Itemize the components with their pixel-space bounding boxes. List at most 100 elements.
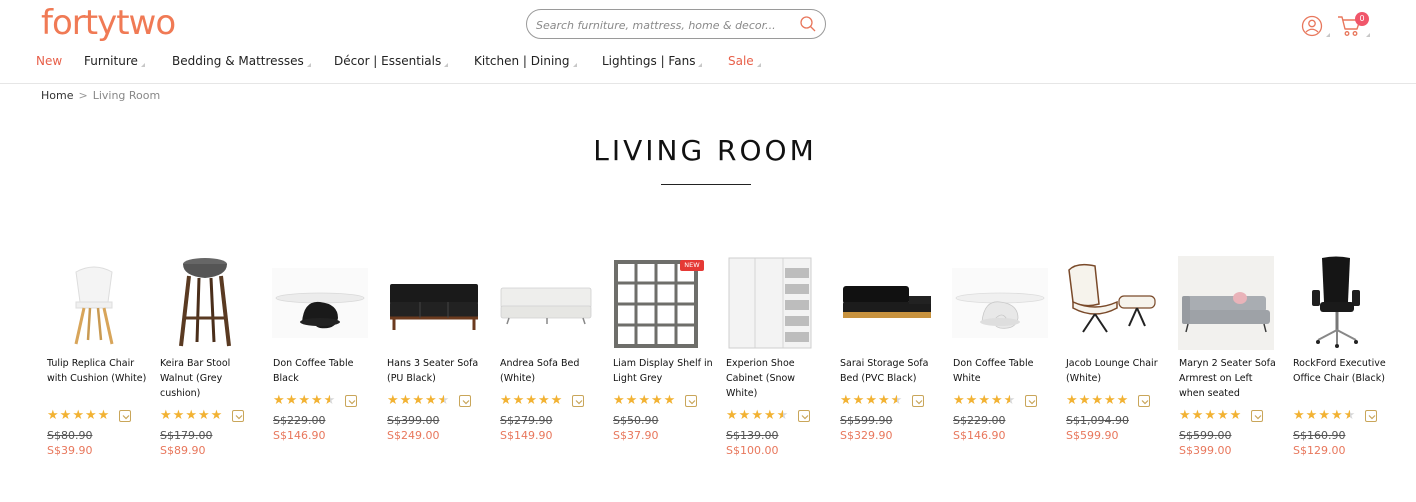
star-icon: ★ bbox=[663, 393, 676, 408]
account-icon[interactable] bbox=[1301, 15, 1323, 37]
wishlist-dropdown-icon[interactable] bbox=[1025, 395, 1037, 407]
product-name[interactable]: Experion Shoe Cabinet (Snow White) bbox=[726, 356, 826, 401]
star-icon: ★ bbox=[525, 393, 537, 408]
wishlist-dropdown-icon[interactable] bbox=[912, 395, 924, 407]
nav-label: New bbox=[36, 54, 63, 68]
header-divider bbox=[0, 83, 1416, 84]
new-badge: NEW bbox=[680, 260, 704, 271]
product-image[interactable] bbox=[46, 256, 142, 350]
product-card[interactable]: RockFord Executive Office Chair (Black) … bbox=[1292, 256, 1396, 466]
rating-stars: ★ ★ ★ ★ ★ bbox=[160, 408, 240, 423]
product-card[interactable]: NEW Liam Display Shelf in Light Grey ★ ★ ★… bbox=[612, 256, 716, 466]
star-icon: ★ bbox=[387, 393, 399, 408]
product-name[interactable]: Don Coffee Table White bbox=[953, 356, 1053, 386]
product-card[interactable]: Jacob Lounge Chair (White) ★ ★ ★ ★ ★ S$1,094… bbox=[1065, 256, 1169, 466]
wishlist-dropdown-icon[interactable] bbox=[345, 395, 357, 407]
star-icon: ★ bbox=[1330, 408, 1343, 423]
cart-dropdown-icon bbox=[1366, 33, 1370, 37]
wishlist-dropdown-icon[interactable] bbox=[685, 395, 697, 407]
product-image[interactable] bbox=[1292, 256, 1388, 350]
star-icon: ★ bbox=[298, 393, 310, 408]
wishlist-dropdown-icon[interactable] bbox=[572, 395, 584, 407]
original-price: S$279.90 bbox=[500, 414, 553, 427]
product-name[interactable]: Maryn 2 Seater Sofa Armrest on Left when… bbox=[1179, 356, 1279, 401]
nav-label: Furniture bbox=[84, 54, 138, 68]
product-image[interactable] bbox=[159, 256, 255, 350]
star-icon: ★ bbox=[197, 408, 210, 423]
nav-item-sale[interactable]: Sale bbox=[728, 54, 761, 68]
wishlist-dropdown-icon[interactable] bbox=[232, 410, 244, 422]
product-card[interactable]: Tulip Replica Chair with Cushion (White)… bbox=[46, 256, 150, 466]
breadcrumb: Home > Living Room bbox=[41, 89, 160, 102]
product-image[interactable] bbox=[952, 256, 1048, 350]
wishlist-dropdown-icon[interactable] bbox=[1365, 410, 1377, 422]
caret-icon bbox=[756, 63, 761, 67]
product-card[interactable]: Andrea Sofa Bed (White) ★ ★ ★ ★ ★ S$279.90 S… bbox=[499, 256, 603, 466]
sale-price: S$100.00 bbox=[726, 444, 779, 457]
product-card[interactable]: Maryn 2 Seater Sofa Armrest on Left when… bbox=[1178, 256, 1282, 466]
product-card[interactable]: Don Coffee Table White ★ ★ ★ ★ ★ S$229.00 S$… bbox=[952, 256, 1056, 466]
caret-icon bbox=[306, 63, 311, 67]
product-name[interactable]: RockFord Executive Office Chair (Black) bbox=[1293, 356, 1393, 386]
product-image[interactable] bbox=[1178, 256, 1274, 350]
nav-label: Sale bbox=[728, 54, 754, 68]
product-name[interactable]: Sarai Storage Sofa Bed (PVC Black) bbox=[840, 356, 940, 386]
product-name[interactable]: Don Coffee Table Black bbox=[273, 356, 373, 386]
sale-price: S$129.00 bbox=[1293, 444, 1346, 457]
product-image[interactable] bbox=[839, 256, 935, 350]
original-price: S$160.90 bbox=[1293, 429, 1346, 442]
wishlist-dropdown-icon[interactable] bbox=[798, 410, 810, 422]
sale-price: S$249.00 bbox=[387, 429, 440, 442]
star-icon: ★ bbox=[59, 408, 72, 423]
wishlist-dropdown-icon[interactable] bbox=[1138, 395, 1150, 407]
original-price: S$599.90 bbox=[840, 414, 893, 427]
nav-item-furniture[interactable]: Furniture bbox=[84, 54, 145, 68]
half-star-icon: ★ bbox=[1343, 408, 1356, 423]
star-icon: ★ bbox=[1091, 393, 1103, 408]
star-icon: ★ bbox=[1204, 408, 1216, 423]
product-image[interactable] bbox=[725, 256, 821, 350]
product-image[interactable] bbox=[272, 256, 368, 350]
product-name[interactable]: Tulip Replica Chair with Cushion (White) bbox=[47, 356, 147, 386]
brand-logo[interactable]: fortytwo bbox=[41, 3, 176, 43]
caret-icon bbox=[140, 63, 145, 67]
wishlist-dropdown-icon[interactable] bbox=[459, 395, 471, 407]
original-price: S$50.90 bbox=[613, 414, 659, 427]
original-price: S$139.00 bbox=[726, 429, 779, 442]
search-input[interactable] bbox=[536, 15, 786, 35]
star-icon: ★ bbox=[1066, 393, 1078, 408]
product-image[interactable] bbox=[499, 256, 595, 350]
product-name[interactable]: Liam Display Shelf in Light Grey bbox=[613, 356, 713, 386]
product-card[interactable]: Experion Shoe Cabinet (Snow White) ★ ★ ★ ★ ★… bbox=[725, 256, 829, 466]
product-card[interactable]: Sarai Storage Sofa Bed (PVC Black) ★ ★ ★ ★ ★… bbox=[839, 256, 943, 466]
star-icon: ★ bbox=[273, 393, 285, 408]
nav-item-new[interactable]: New bbox=[36, 54, 62, 68]
product-image[interactable] bbox=[386, 256, 482, 350]
product-card[interactable]: Don Coffee Table Black ★ ★ ★ ★ ★ S$229.00 S$… bbox=[272, 256, 376, 466]
product-name[interactable]: Keira Bar Stool Walnut (Grey cushion) bbox=[160, 356, 260, 401]
wishlist-dropdown-icon[interactable] bbox=[119, 410, 131, 422]
star-icon: ★ bbox=[424, 393, 437, 408]
product-name[interactable]: Jacob Lounge Chair (White) bbox=[1066, 356, 1166, 386]
original-price: S$229.00 bbox=[953, 414, 1006, 427]
star-icon: ★ bbox=[72, 408, 84, 423]
nav-label: Décor | Essentials bbox=[334, 54, 442, 68]
star-icon: ★ bbox=[1116, 393, 1129, 408]
breadcrumb-home[interactable]: Home bbox=[41, 89, 73, 102]
star-icon: ★ bbox=[763, 408, 776, 423]
product-name[interactable]: Hans 3 Seater Sofa (PU Black) bbox=[387, 356, 487, 386]
search-icon[interactable] bbox=[799, 15, 817, 33]
rating-stars: ★ ★ ★ ★ ★ bbox=[47, 408, 127, 423]
nav-item-kitchen-dining[interactable]: Kitchen | Dining bbox=[474, 54, 577, 68]
original-price: S$1,094.90 bbox=[1066, 414, 1129, 427]
nav-item-decor-essentials[interactable]: Décor | Essentials bbox=[334, 54, 449, 68]
nav-item-bedding-mattresses[interactable]: Bedding & Mattresses bbox=[172, 54, 311, 68]
product-image[interactable] bbox=[1065, 256, 1161, 350]
wishlist-dropdown-icon[interactable] bbox=[1251, 410, 1263, 422]
product-name[interactable]: Andrea Sofa Bed (White) bbox=[500, 356, 600, 386]
product-card[interactable]: Keira Bar Stool Walnut (Grey cushion) ★ ★… bbox=[159, 256, 263, 466]
half-star-icon: ★ bbox=[323, 393, 336, 408]
product-card[interactable]: Hans 3 Seater Sofa (PU Black) ★ ★ ★ ★ ★ S$39… bbox=[386, 256, 490, 466]
nav-item-lightings-fans[interactable]: Lightings | Fans bbox=[602, 54, 703, 68]
sale-price: S$599.90 bbox=[1066, 429, 1119, 442]
